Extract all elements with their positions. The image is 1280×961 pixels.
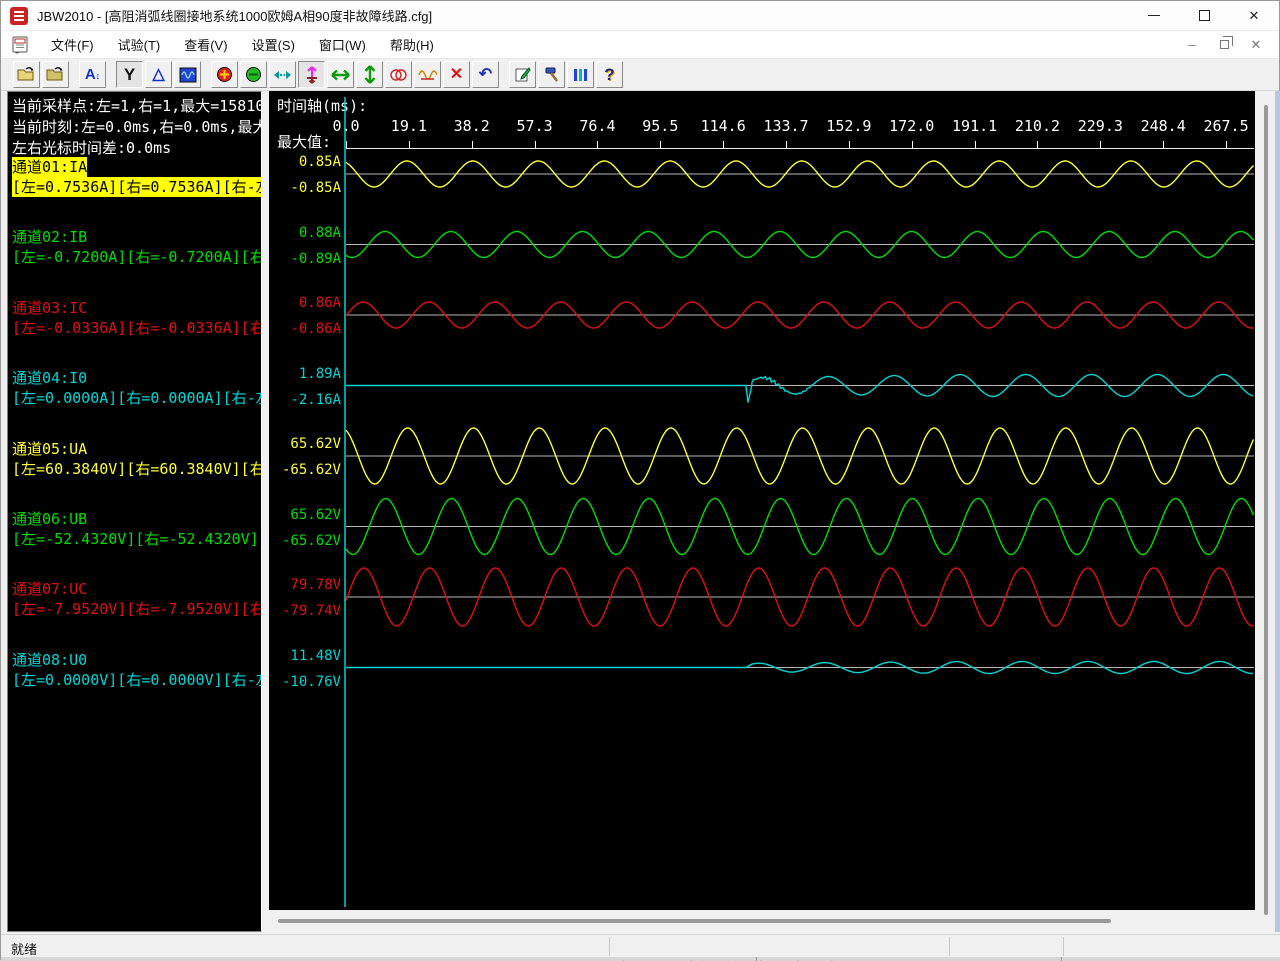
channel-info-panel[interactable]: 当前采样点:左=1,右=1,最大=15810当前时刻:左=0.0ms,右=0.0… (7, 91, 262, 932)
channel-cursor-values: [左=60.3840V][右=60.3840V][右- (12, 459, 262, 479)
minimize-button[interactable] (1129, 1, 1179, 30)
status-bar: 就绪 (1, 934, 1280, 957)
vertical-scrollbar-thumb[interactable] (1264, 105, 1268, 915)
info-line-1: 当前采样点:左=1,右=1,最大=15810 (12, 96, 262, 116)
vertical-scrollbar[interactable] (1257, 91, 1275, 932)
horizontal-scrollbar[interactable] (269, 910, 1255, 932)
menu-bar: 文件(F)试验(T)查看(V)设置(S)窗口(W)帮助(H) – ✕ (1, 31, 1279, 59)
channel-max-label: 79.78V (269, 577, 341, 593)
channel-cursor-values: [左=0.0000A][右=0.0000A][右-左 (12, 388, 262, 408)
open-file-alt-button[interactable] (42, 61, 69, 88)
mdi-minimize-button[interactable]: – (1183, 37, 1201, 52)
client-area: 当前采样点:左=1,右=1,最大=15810当前时刻:左=0.0ms,右=0.0… (1, 91, 1280, 934)
channel-cursor-values: [左=-7.9520V][右=-7.9520V][右- (12, 599, 262, 619)
window-title: JBW2010 - [高阻消弧线圈接地系统1000欧姆A相90度非故障线路.cf… (37, 6, 432, 25)
info-line-2: 当前时刻:左=0.0ms,右=0.0ms,最大 (12, 117, 262, 137)
tools-hammer-button[interactable] (538, 61, 565, 88)
document-icon (11, 36, 31, 54)
channel-min-label: -65.62V (269, 533, 341, 549)
statistics-bars-button[interactable] (567, 61, 594, 88)
close-button[interactable]: ✕ (1229, 1, 1279, 30)
waveform-window-button[interactable] (174, 61, 201, 88)
background-window-strip: 入设置流程，具体分为“参数设置”和“数据传输与波形输出”两步 (1, 957, 1280, 961)
toolbar: A↕ Y△ ✕↶? (1, 59, 1279, 91)
zoom-in-circle-button[interactable] (211, 61, 238, 88)
channel-max-label: 0.88A (269, 225, 341, 241)
menu-item-帮助[interactable]: 帮助(H) (378, 31, 446, 58)
font-scale-button[interactable]: A↕ (79, 61, 106, 88)
title-bar[interactable]: JBW2010 - [高阻消弧线圈接地系统1000欧姆A相90度非故障线路.cf… (1, 1, 1279, 31)
delete-button[interactable]: ✕ (443, 61, 470, 88)
channel-title: 通道01:IA (12, 157, 87, 177)
channel-max-label: 65.62V (269, 436, 341, 452)
expand-horizontal-button[interactable] (327, 61, 354, 88)
info-line-3: 左右光标时间差:0.0ms (12, 138, 262, 158)
menu-item-查看[interactable]: 查看(V) (172, 31, 239, 58)
maximize-button[interactable] (1179, 1, 1229, 30)
compress-horizontal-button[interactable] (269, 61, 296, 88)
undo-button[interactable]: ↶ (472, 61, 499, 88)
channel-min-label: -2.16A (269, 392, 341, 408)
channel-max-label: 11.48V (269, 648, 341, 664)
channel-cursor-values: [左=-0.0336A][右=-0.0336A][右- (12, 318, 262, 338)
menu-item-试验[interactable]: 试验(T) (106, 31, 173, 58)
channel-title: 通道04:I0 (12, 368, 87, 388)
channel-row-I0[interactable]: 通道04:I0[左=0.0000A][右=0.0000A][右-左 (12, 368, 262, 408)
waveform-I0 (346, 375, 1253, 403)
open-file-button[interactable] (13, 61, 40, 88)
expand-vertical-button[interactable] (356, 61, 383, 88)
channel-min-label: -10.76V (269, 674, 341, 690)
help-button[interactable]: ? (596, 61, 623, 88)
channel-title: 通道03:IC (12, 298, 87, 318)
channel-row-U0[interactable]: 通道08:U0[左=0.0000V][右=0.0000V][右-左 (12, 650, 262, 690)
channel-cursor-values: [左=-52.4320V][右=-52.4320V][ (12, 529, 262, 549)
channel-title: 通道05:UA (12, 439, 87, 459)
channel-row-IC[interactable]: 通道03:IC[左=-0.0336A][右=-0.0336A][右- (12, 298, 262, 338)
channel-row-UB[interactable]: 通道06:UB[左=-52.4320V][右=-52.4320V][ (12, 509, 262, 549)
channel-max-label: 65.62V (269, 507, 341, 523)
delta-connection-button[interactable]: △ (145, 61, 172, 88)
channel-min-label: -0.86A (269, 321, 341, 337)
background-window-text: 入设置流程，具体分为“参数设置”和“数据传输与波形输出”两步 (469, 957, 838, 961)
waveform-plot[interactable] (269, 91, 1255, 910)
channel-min-label: -0.89A (269, 251, 341, 267)
app-icon (10, 7, 28, 25)
channel-title: 通道08:U0 (12, 650, 87, 670)
single-wave-button[interactable] (414, 61, 441, 88)
channel-cursor-values: [左=0.0000V][右=0.0000V][右-左 (12, 670, 262, 690)
mdi-close-button[interactable]: ✕ (1247, 37, 1265, 53)
mdi-restore-button[interactable] (1215, 37, 1233, 52)
channel-min-label: -79.74V (269, 603, 341, 619)
edit-report-button[interactable] (509, 61, 536, 88)
channel-row-IA[interactable]: 通道01:IA[左=0.7536A][右=0.7536A][右-左 (12, 157, 262, 197)
channel-max-label: 0.86A (269, 295, 341, 311)
background-window-edge (1275, 91, 1280, 932)
channel-min-label: -0.85A (269, 180, 341, 196)
channel-row-IB[interactable]: 通道02:IB[左=-0.7200A][右=-0.7200A][右- (12, 227, 262, 267)
channel-max-label: 1.89A (269, 366, 341, 382)
app-window: JBW2010 - [高阻消弧线圈接地系统1000欧姆A相90度非故障线路.cf… (0, 0, 1280, 960)
channel-row-UC[interactable]: 通道07:UC[左=-7.9520V][右=-7.9520V][右- (12, 579, 262, 619)
channel-title: 通道02:IB (12, 227, 87, 247)
menu-item-设置[interactable]: 设置(S) (240, 31, 307, 58)
horizontal-scrollbar-thumb[interactable] (278, 919, 1111, 923)
zoom-out-circle-button[interactable] (240, 61, 267, 88)
cursor-tool-button[interactable] (298, 61, 325, 88)
channel-cursor-values: [左=-0.7200A][右=-0.7200A][右- (12, 247, 262, 267)
status-message: 就绪 (11, 939, 37, 958)
menu-item-窗口[interactable]: 窗口(W) (307, 31, 378, 58)
overlay-waves-button[interactable] (385, 61, 412, 88)
channel-cursor-values: [左=0.7536A][右=0.7536A][右-左 (12, 177, 262, 197)
wye-connection-button[interactable]: Y (116, 61, 143, 88)
menu-item-文件[interactable]: 文件(F) (39, 31, 106, 58)
channel-row-UA[interactable]: 通道05:UA[左=60.3840V][右=60.3840V][右- (12, 439, 262, 479)
channel-min-label: -65.62V (269, 462, 341, 478)
channel-max-label: 0.85A (269, 154, 341, 170)
channel-title: 通道06:UB (12, 509, 87, 529)
channel-title: 通道07:UC (12, 579, 87, 599)
waveform-chart[interactable]: 时间轴(ms): 最大值: 0.019.138.257.376.495.5114… (269, 91, 1255, 932)
